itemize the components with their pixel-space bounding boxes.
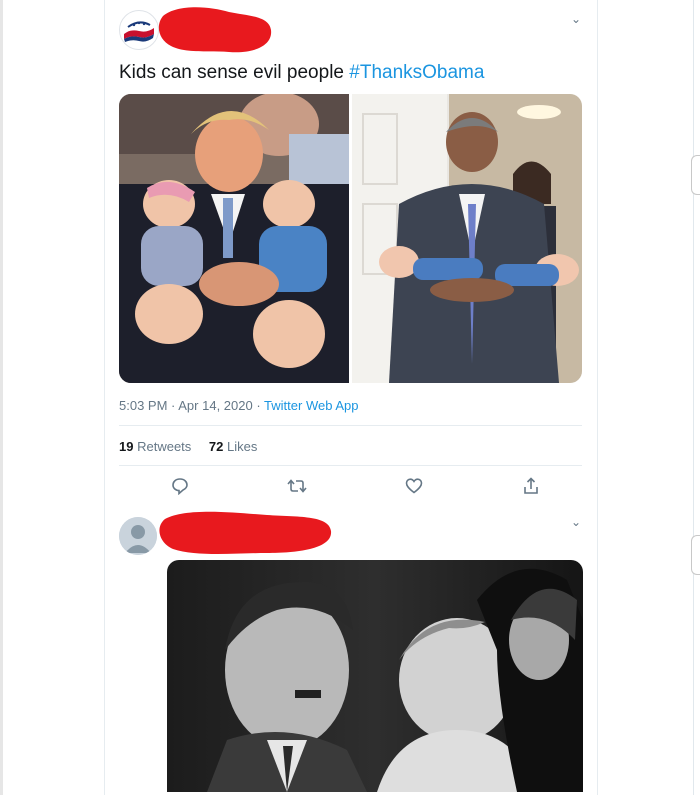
share-icon [524,477,538,494]
tweet-source-link[interactable]: Twitter Web App [264,398,358,413]
like-button[interactable] [400,472,428,500]
page-edge [0,0,3,795]
divider [119,465,582,466]
redacted-username [158,7,272,53]
account-avatar[interactable] [119,10,159,50]
gop-logo-icon [122,13,156,47]
tweet-media[interactable] [167,560,583,792]
tweet-date[interactable]: Apr 14, 2020 [178,398,252,413]
retweets-stat[interactable]: 19 Retweets [119,439,191,454]
scroll-tab[interactable] [691,155,700,195]
tweet-time[interactable]: 5:03 PM [119,398,167,413]
redacted-username [159,511,332,554]
default-avatar[interactable] [119,517,157,555]
photo-black-and-white-man-with-baby[interactable] [167,560,583,792]
tweet-menu-chevron-icon[interactable]: ⌄ [571,515,581,529]
retweets-label: Retweets [137,439,192,454]
tweet-menu-chevron-icon[interactable]: ⌄ [571,12,581,26]
tweet-media[interactable] [119,94,582,383]
scroll-tab[interactable] [691,535,700,575]
retweet-icon [287,479,307,493]
tweet-text: Kids can sense evil people #ThanksObama [119,62,484,84]
retweet-button[interactable] [283,472,311,500]
reply-button[interactable] [166,472,194,500]
tweet-body: Kids can sense evil people [119,62,350,83]
default-profile-icon [119,517,157,555]
separator-dot: · [167,398,179,413]
like-icon [405,478,423,494]
likes-label: Likes [227,439,258,454]
separator-dot: · [252,398,265,413]
page-edge-right [693,0,694,795]
photo-two-sleeping-babies[interactable] [352,94,582,383]
retweets-count: 19 [119,439,134,454]
hashtag-link[interactable]: #ThanksObama [349,62,484,83]
tweet-actions [119,472,582,500]
likes-stat[interactable]: 72 Likes [209,439,257,454]
divider [119,425,582,426]
share-button[interactable] [517,472,545,500]
tweet-card: ⌄ Kids can sense evil people #ThanksObam… [104,0,598,506]
tweet-stats: 19 Retweets 72 Likes [119,439,271,454]
likes-count: 72 [208,439,224,454]
tweet-timestamp: 5:03 PM · Apr 14, 2020 · Twitter Web App [119,398,358,413]
photo-two-crying-babies[interactable] [119,94,349,383]
tweet-card: ⌄ [104,505,598,795]
reply-icon [172,478,188,495]
